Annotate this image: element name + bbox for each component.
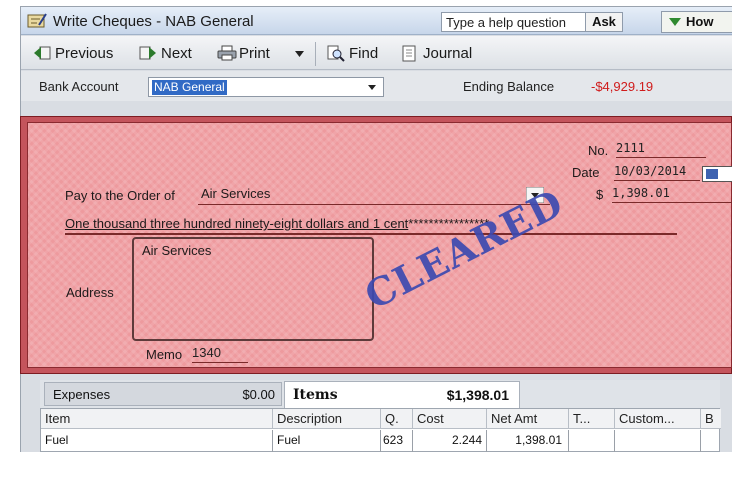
column-header-item[interactable]: Item [41,409,273,429]
help-question-input[interactable]: Type a help question [441,12,609,32]
cell-customer[interactable] [615,430,701,452]
items-grid: Item Description Q. Cost Net Amt T... Cu… [40,408,721,452]
find-label: Find [349,45,379,62]
previous-label: Previous [55,45,114,62]
title-bar: Write Cheques - NAB General Type a help … [21,7,732,35]
cheque-no-field[interactable]: 2111 [616,140,706,158]
ending-balance-value: -$4,929.19 [591,79,654,94]
next-button[interactable]: Next [139,44,203,64]
items-tab-label: Items [293,387,338,403]
pay-to-label: Pay to the Order of [65,188,175,203]
journal-label: Journal [423,45,473,62]
address-label: Address [66,285,114,300]
expenses-tab-total: $0.00 [242,387,275,402]
column-header-billable[interactable]: B [701,409,721,429]
tab-expenses[interactable]: Expenses $0.00 [44,382,282,406]
column-header-net-amt[interactable]: Net Amt [487,409,569,429]
date-field[interactable]: 10/03/2014 [614,163,700,181]
cell-billable[interactable] [701,430,721,452]
memo-label: Memo [146,347,183,362]
chevron-down-icon [669,18,681,26]
address-line-1: Air Services [142,243,212,258]
payee-value: Air Services [201,186,271,201]
ask-button[interactable]: Ask [585,12,623,32]
cheque-icon [27,13,47,28]
journal-button[interactable]: Journal [401,44,487,64]
amount-field[interactable]: 1,398.01 [612,185,732,203]
date-label: Date [572,165,600,180]
journal-icon [402,45,416,62]
column-header-customer[interactable]: Custom... [615,409,701,429]
memo-field[interactable]: 1340 [192,345,248,363]
column-header-description[interactable]: Description [273,409,381,429]
amount-words-text: One thousand three hundred ninety-eight … [65,216,409,231]
print-dropdown-icon[interactable] [295,51,304,57]
how-do-i-button[interactable]: How [661,11,732,33]
cell-qty[interactable]: 623 [381,430,413,452]
column-header-qty[interactable]: Q. [381,409,413,429]
chevron-down-icon[interactable] [363,79,381,95]
find-button[interactable]: Find [327,44,391,64]
address-field[interactable]: Air Services [132,237,374,341]
bank-account-value: NAB General [152,80,227,95]
amount-in-words: One thousand three hundred ninety-eight … [65,215,677,235]
bank-account-select[interactable]: NAB General [148,77,384,97]
column-header-tax[interactable]: T... [569,409,615,429]
expenses-tab-label: Expenses [53,387,111,402]
print-button[interactable]: Print [217,44,307,64]
bank-account-row: Bank Account NAB General Ending Balance … [21,71,732,101]
bank-account-label: Bank Account [39,79,119,94]
cell-description[interactable]: Fuel [273,430,381,452]
cheque-no-label: No. [588,143,609,158]
previous-arrow-icon [34,46,51,60]
payee-field[interactable]: Air Services [198,185,550,205]
cell-item[interactable]: Fuel [41,430,273,452]
toolbar-separator [315,42,316,66]
page-footer [0,452,732,479]
calendar-icon[interactable] [702,166,732,182]
printer-icon [217,45,237,61]
how-do-i-label: How [686,14,714,29]
ending-balance-label: Ending Balance [463,79,555,94]
cell-tax[interactable] [569,430,615,452]
toolbar: Previous Next Print Find Journal [21,36,732,70]
next-label: Next [161,45,192,62]
cheque-form: No. 2111 Date 10/03/2014 $ 1,398.01 Pay … [27,122,732,368]
tab-items[interactable]: Items $1,398.01 [284,381,520,408]
next-arrow-icon [139,46,156,60]
tabs-row: Expenses $0.00 Items $1,398.01 [40,380,720,408]
amount-symbol: $ [596,187,604,202]
print-label: Print [239,45,270,62]
column-header-cost[interactable]: Cost [413,409,487,429]
cell-cost[interactable]: 2.244 [413,430,487,452]
previous-button[interactable]: Previous [33,44,129,64]
window-title: Write Cheques - NAB General [53,13,254,30]
find-icon [327,45,345,62]
items-tab-total: $1,398.01 [446,387,509,403]
cell-net-amt[interactable]: 1,398.01 [487,430,569,452]
